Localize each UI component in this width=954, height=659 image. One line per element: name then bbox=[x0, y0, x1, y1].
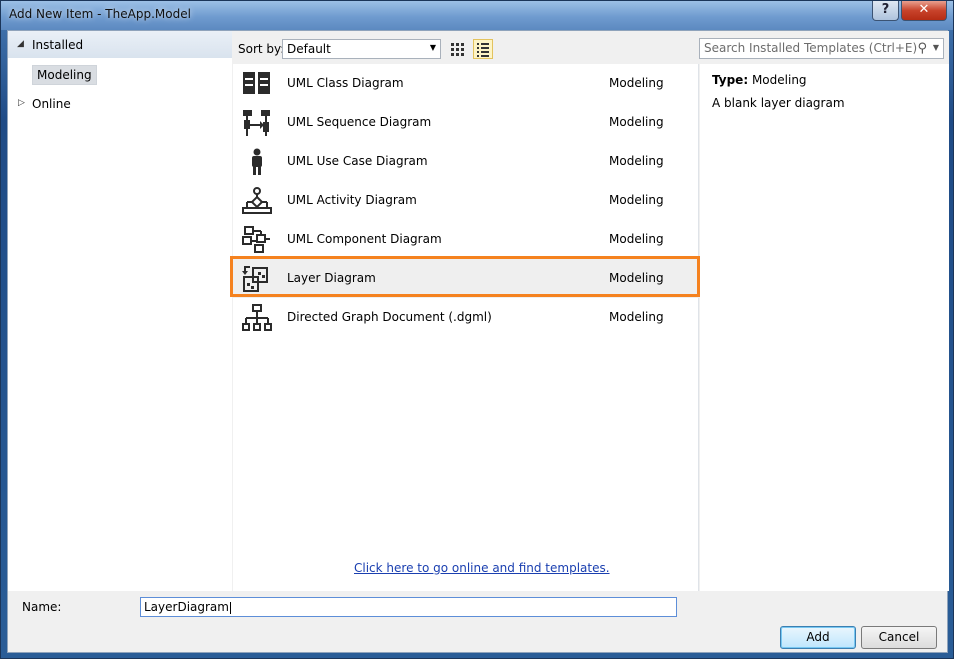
close-button[interactable]: ✕ bbox=[901, 1, 947, 21]
description-text: A blank layer diagram bbox=[712, 96, 845, 110]
template-category: Modeling bbox=[609, 232, 664, 246]
search-templates-input[interactable]: Search Installed Templates (Ctrl+E) ⚲ ▼ bbox=[699, 38, 944, 59]
template-name: UML Activity Diagram bbox=[287, 193, 417, 207]
type-value: Modeling bbox=[751, 73, 807, 87]
add-new-item-dialog: Add New Item - TheApp.Model ? ✕ ◢ Instal… bbox=[0, 0, 954, 659]
name-input[interactable]: LayerDiagram bbox=[140, 597, 677, 617]
sort-by-label: Sort by: bbox=[238, 42, 285, 56]
template-description-panel: Type: Modeling A blank layer diagram bbox=[700, 64, 949, 591]
name-label: Name: bbox=[22, 600, 62, 614]
sort-by-value: Default bbox=[287, 42, 331, 56]
tree-modeling-label: Modeling bbox=[37, 68, 92, 82]
template-toolbar: Sort by: Default ▼ Search Installed Temp… bbox=[233, 31, 949, 64]
list-view-icon bbox=[477, 43, 489, 57]
tree-item-modeling[interactable]: Modeling bbox=[32, 65, 97, 85]
window-title: Add New Item - TheApp.Model bbox=[9, 7, 191, 21]
dialog-body: ◢ Installed Modeling ▷ Online Sort by: D… bbox=[7, 30, 949, 653]
template-name: UML Sequence Diagram bbox=[287, 115, 432, 129]
list-item[interactable]: Directed Graph Document (.dgml) Modeling bbox=[233, 298, 699, 337]
template-name: Directed Graph Document (.dgml) bbox=[287, 310, 492, 324]
search-placeholder: Search Installed Templates (Ctrl+E) bbox=[704, 41, 918, 55]
uml-sequence-icon bbox=[243, 110, 270, 136]
list-item[interactable]: UML Class Diagram Modeling bbox=[233, 64, 699, 103]
type-label: Type: bbox=[712, 73, 749, 87]
template-category: Modeling bbox=[609, 76, 664, 90]
name-input-value: LayerDiagram bbox=[144, 600, 229, 614]
search-icon[interactable]: ⚲ bbox=[917, 41, 927, 56]
list-item[interactable]: UML Component Diagram Modeling bbox=[233, 220, 699, 259]
uml-activity-icon bbox=[242, 187, 272, 214]
list-item-selected[interactable]: Layer Diagram Modeling bbox=[230, 256, 700, 298]
template-category: Modeling bbox=[609, 154, 664, 168]
cancel-button[interactable]: Cancel bbox=[861, 626, 937, 649]
list-item[interactable]: UML Sequence Diagram Modeling bbox=[233, 103, 699, 142]
add-button[interactable]: Add bbox=[780, 626, 856, 649]
uml-component-icon bbox=[242, 226, 270, 253]
uml-use-case-icon bbox=[252, 148, 262, 175]
expanded-triangle-icon[interactable]: ◢ bbox=[17, 39, 24, 49]
description-type: Type: Modeling bbox=[712, 73, 807, 87]
search-dropdown-arrow-icon[interactable]: ▼ bbox=[933, 43, 939, 52]
grid-view-icon bbox=[451, 43, 464, 56]
text-caret bbox=[229, 601, 231, 614]
template-category: Modeling bbox=[609, 115, 664, 129]
help-button[interactable]: ? bbox=[872, 1, 899, 21]
tree-online-label: Online bbox=[32, 97, 71, 111]
template-category: Modeling bbox=[609, 310, 664, 324]
template-category: Modeling bbox=[609, 193, 664, 207]
title-bar[interactable]: Add New Item - TheApp.Model ? ✕ bbox=[1, 1, 953, 30]
small-icons-view-button[interactable] bbox=[447, 39, 467, 59]
template-category: Modeling bbox=[609, 271, 664, 285]
list-view-button[interactable] bbox=[473, 39, 493, 59]
template-name: UML Component Diagram bbox=[287, 232, 442, 246]
uml-class-icon bbox=[243, 72, 270, 94]
tree-item-installed[interactable]: ◢ Installed bbox=[8, 31, 232, 58]
template-name: Layer Diagram bbox=[287, 271, 376, 285]
template-tree: ◢ Installed Modeling ▷ Online bbox=[8, 31, 232, 591]
list-item[interactable]: UML Use Case Diagram Modeling bbox=[233, 142, 699, 181]
collapsed-triangle-icon[interactable]: ▷ bbox=[18, 98, 25, 108]
directed-graph-icon bbox=[242, 304, 272, 331]
dropdown-arrow-icon: ▼ bbox=[429, 43, 436, 52]
list-item[interactable]: UML Activity Diagram Modeling bbox=[233, 181, 699, 220]
template-list: UML Class Diagram Modeling UML Sequence … bbox=[230, 64, 700, 591]
find-online-templates-link[interactable]: Click here to go online and find templat… bbox=[354, 561, 610, 575]
tree-installed-label: Installed bbox=[32, 38, 84, 52]
sort-by-dropdown[interactable]: Default ▼ bbox=[282, 39, 441, 59]
layer-diagram-icon bbox=[242, 266, 268, 292]
template-name: UML Use Case Diagram bbox=[287, 154, 428, 168]
template-name: UML Class Diagram bbox=[287, 76, 404, 90]
